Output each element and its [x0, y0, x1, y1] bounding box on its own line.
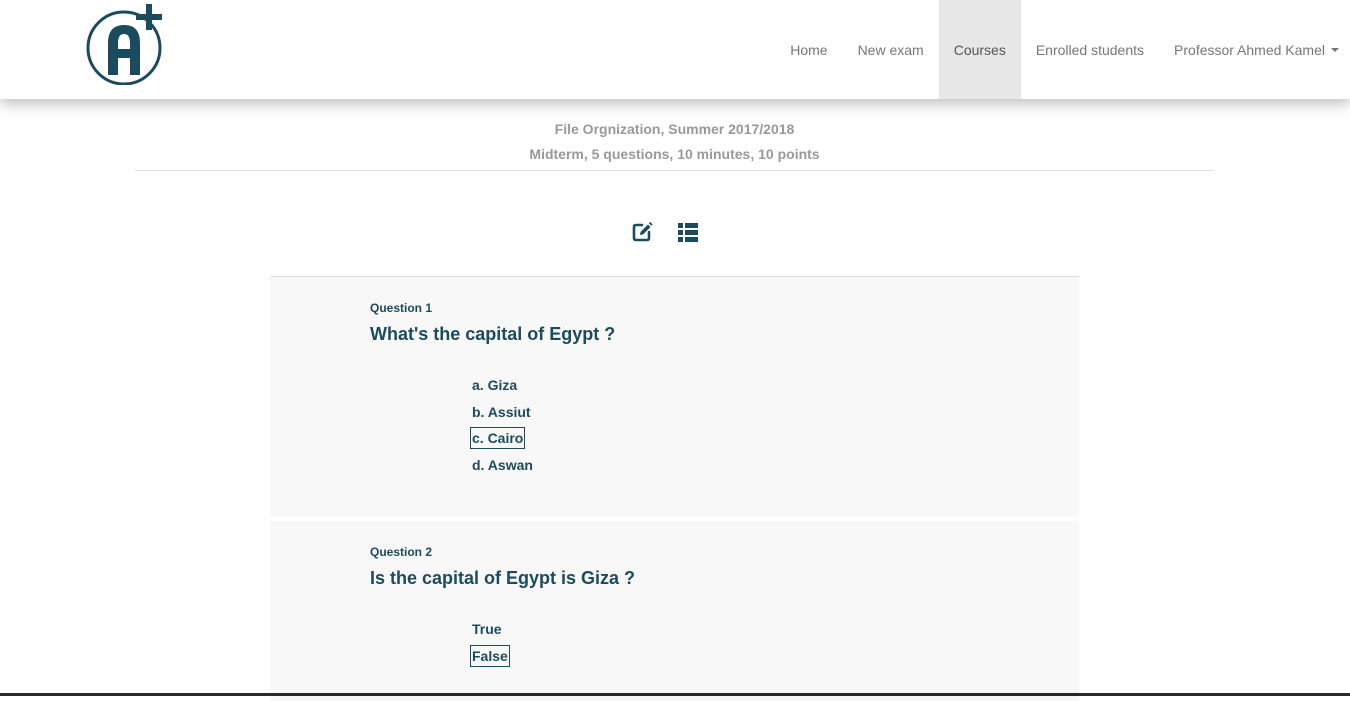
question-card: Question 1 What's the capital of Egypt ?…	[270, 277, 1079, 517]
course-title: File Orgnization, Summer 2017/2018	[554, 121, 795, 137]
question-text: What's the capital of Egypt ?	[370, 324, 616, 344]
answer-option-selected[interactable]: False	[470, 644, 510, 672]
navbar: Home New exam Courses Enrolled students …	[0, 0, 1350, 99]
question-card: Question 2 Is the capital of Egypt is Gi…	[270, 521, 1079, 701]
answer-list: True False	[470, 618, 510, 671]
answer-option-selected[interactable]: c. Cairo	[470, 427, 535, 454]
nav-courses[interactable]: Courses	[938, 0, 1021, 99]
user-menu[interactable]: Professor Ahmed Kamel	[1159, 0, 1350, 99]
answer-option[interactable]: a. Giza	[470, 374, 535, 401]
caret-down-icon	[1331, 47, 1339, 52]
question-number: Question 1	[370, 301, 433, 315]
nav-new-exam[interactable]: New exam	[843, 0, 939, 99]
course-header: File Orgnization, Summer 2017/2018 Midte…	[135, 100, 1214, 171]
user-name: Professor Ahmed Kamel	[1174, 41, 1325, 58]
edit-icon[interactable]	[630, 220, 654, 244]
list-icon[interactable]	[676, 220, 700, 244]
nav-menu: Home New exam Courses Enrolled students …	[775, 0, 1350, 99]
question-text: Is the capital of Egypt is Giza ?	[370, 568, 636, 588]
nav-enrolled-students[interactable]: Enrolled students	[1021, 0, 1159, 99]
answer-option[interactable]: True	[470, 618, 510, 645]
answer-option[interactable]: b. Assiut	[470, 401, 535, 428]
questions-list: Question 1 What's the capital of Egypt ?…	[270, 276, 1079, 701]
question-number: Question 2	[370, 545, 433, 559]
answer-list: a. Giza b. Assiut c. Cairo d. Aswan	[470, 374, 535, 480]
exam-tools	[630, 220, 700, 244]
answer-option[interactable]: d. Aswan	[470, 454, 535, 481]
brand-logo[interactable]	[85, 3, 165, 86]
nav-home[interactable]: Home	[775, 0, 842, 99]
exam-info: Midterm, 5 questions, 10 minutes, 10 poi…	[529, 146, 820, 162]
